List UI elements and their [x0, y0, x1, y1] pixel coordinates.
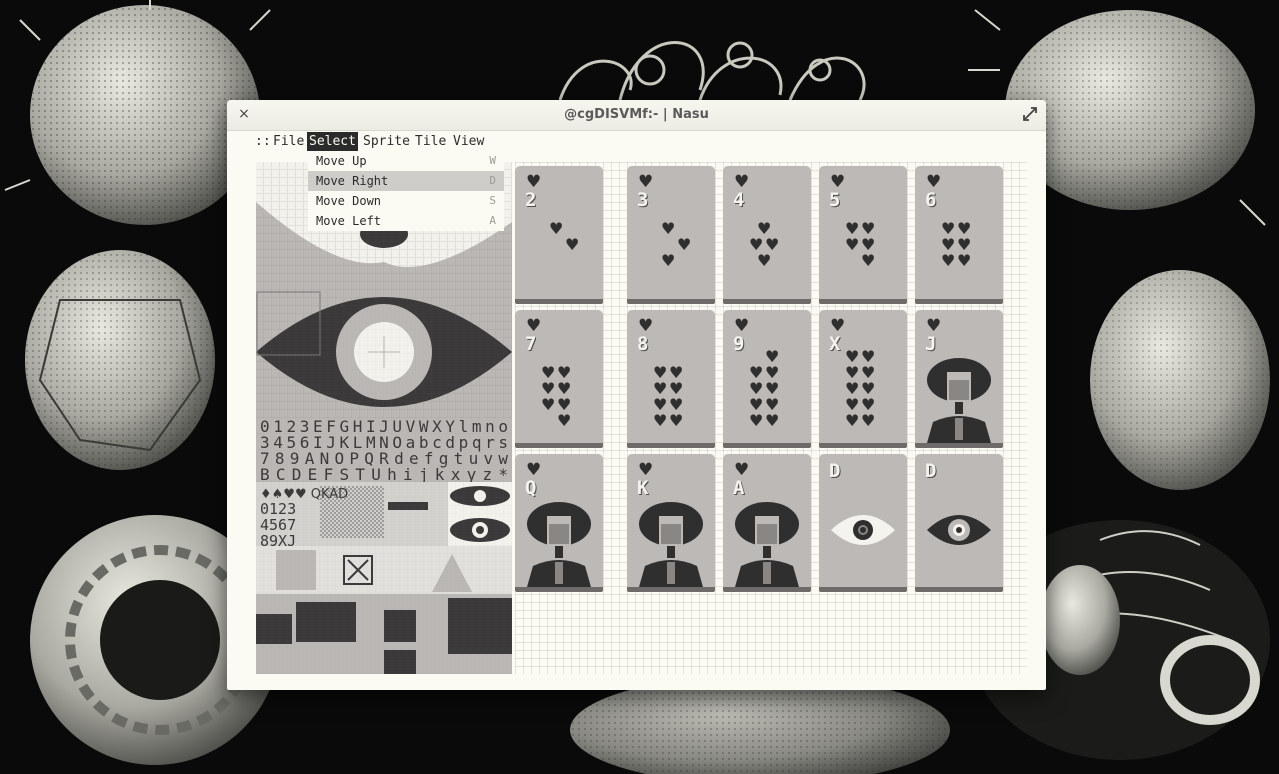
- portrait-icon: [735, 502, 799, 587]
- select-dropdown: Move Up W Move Right D Move Down S Move …: [308, 151, 504, 231]
- title-bar: × @cgDISVMf:- | Nasu: [227, 100, 1046, 131]
- sprite-canvas[interactable]: ♥ 2 ♥ ♥ ♥ 3 ♥ ♥ ♥ ♥ 4 ♥ ♥ ♥ ♥ ♥ 5 ♥ ♥ ♥ ♥ ♥ ♥ 6 ♥ ♥ ♥ ♥ ♥ ♥ ♥ 7 ♥ ♥ ♥ ♥ ♥ ♥ ♥ ♥…: [515, 162, 1027, 674]
- shortcut-label: A: [489, 214, 496, 227]
- heart-icon: ♥: [565, 235, 579, 254]
- card-art: ♥ ♥♥ ♥♥ ♥♥ ♥: [653, 363, 683, 430]
- card-sprite[interactable]: ♥ 4 ♥ ♥ ♥ ♥: [723, 166, 811, 304]
- heart-icon: ♥: [557, 411, 571, 430]
- menu-item-move-up[interactable]: Move Up W: [308, 151, 504, 171]
- card-sprite[interactable]: ♥ J: [915, 310, 1003, 448]
- card-art: ♥♥: [549, 219, 579, 254]
- heart-icon: ♥: [653, 411, 667, 430]
- card-sprite[interactable]: ♥ K: [627, 454, 715, 592]
- card-sprite[interactable]: ♥ 8 ♥ ♥ ♥ ♥ ♥ ♥ ♥ ♥: [627, 310, 715, 448]
- shortcut-label: D: [489, 174, 496, 187]
- menu-item-move-right[interactable]: Move Right D: [308, 171, 504, 191]
- card-sprite[interactable]: ♥ A: [723, 454, 811, 592]
- nasu-window: × @cgDISVMf:- | Nasu :: File Select Spri…: [227, 100, 1046, 690]
- card-art: [831, 515, 895, 545]
- menu-item-label: Move Down: [316, 194, 382, 208]
- card-art: [735, 502, 799, 587]
- menu-item-label: Move Left: [316, 214, 382, 228]
- menu-sprite[interactable]: Sprite: [361, 132, 412, 151]
- menu-item-label: Move Up: [316, 154, 367, 168]
- heart-icon: ♥: [669, 411, 683, 430]
- shortcut-label: W: [489, 154, 496, 167]
- card-art: [927, 515, 991, 545]
- heart-icon: ♥: [757, 251, 771, 270]
- heart-icon: ♥: [845, 235, 859, 254]
- card-sprite[interactable]: ♥ 9 ♥ ♥ ♥ ♥ ♥ ♥ ♥ ♥ ♥: [723, 310, 811, 448]
- menu-bar: :: File Select Sprite Tile View: [227, 131, 1046, 151]
- menu-item-move-down[interactable]: Move Down S: [308, 191, 504, 211]
- window-title: @cgDISVMf:- | Nasu: [564, 107, 709, 122]
- menu-view[interactable]: View: [451, 132, 486, 151]
- card-sprite[interactable]: D: [819, 454, 907, 592]
- menu-handle[interactable]: ::: [253, 132, 273, 151]
- heart-icon: ♥: [661, 251, 675, 270]
- heart-icon: ♥: [941, 251, 955, 270]
- card-art: ♥ ♥♥ ♥♥ ♥: [941, 219, 971, 270]
- shortcut-label: S: [489, 194, 496, 207]
- maximize-icon[interactable]: [1022, 106, 1038, 122]
- card-sprite[interactable]: ♥ 6 ♥ ♥ ♥ ♥ ♥ ♥: [915, 166, 1003, 304]
- heart-icon: ♥: [677, 235, 691, 254]
- card-art: [527, 502, 591, 587]
- heart-icon: ♥: [845, 411, 859, 430]
- card-art: [927, 358, 991, 443]
- card-art: ♥ ♥♥ ♥♥ ♥♥: [541, 363, 571, 430]
- portrait-icon: [927, 358, 991, 443]
- tile-sheet[interactable]: 0123EFGHIJUVWXYlmno 3456IJKLMNOabcdpqrs …: [256, 162, 512, 674]
- eye-icon: [927, 515, 991, 545]
- card-art: ♥ ♥♥ ♥♥: [845, 219, 875, 270]
- card-art: ♥♥♥: [661, 219, 691, 270]
- card-sprite[interactable]: D: [915, 454, 1003, 592]
- menu-tile[interactable]: Tile: [413, 132, 448, 151]
- card-art: ♥♥ ♥♥ ♥♥ ♥♥ ♥: [749, 347, 779, 430]
- heart-icon: ♥: [861, 411, 875, 430]
- eye-icon: [831, 515, 895, 545]
- heart-icon: ♥: [957, 251, 971, 270]
- portrait-icon: [639, 502, 703, 587]
- card-art: [639, 502, 703, 587]
- card-art: ♥ ♥♥ ♥♥ ♥♥ ♥♥ ♥: [845, 347, 875, 430]
- card-art: ♥♥ ♥♥: [749, 219, 779, 270]
- heart-icon: ♥: [661, 219, 675, 238]
- heart-icon: ♥: [765, 411, 779, 430]
- heart-icon: ♥: [749, 411, 763, 430]
- heart-icon: ♥: [541, 395, 555, 414]
- card-sprite[interactable]: ♥ 5 ♥ ♥ ♥ ♥ ♥: [819, 166, 907, 304]
- menu-item-label: Move Right: [316, 174, 389, 188]
- heart-icon: ♥: [549, 219, 563, 238]
- menu-item-move-left[interactable]: Move Left A: [308, 211, 504, 231]
- card-sprite[interactable]: ♥ X ♥ ♥ ♥ ♥ ♥ ♥ ♥ ♥ ♥ ♥: [819, 310, 907, 448]
- menu-file[interactable]: File: [271, 132, 306, 151]
- card-sprite[interactable]: ♥ 7 ♥ ♥ ♥ ♥ ♥ ♥ ♥: [515, 310, 603, 448]
- card-sprite[interactable]: ♥ 3 ♥ ♥ ♥: [627, 166, 715, 304]
- card-sprite[interactable]: ♥ Q: [515, 454, 603, 592]
- portrait-icon: [527, 502, 591, 587]
- card-sprite[interactable]: ♥ 2 ♥ ♥: [515, 166, 603, 304]
- menu-select[interactable]: Select: [307, 132, 358, 151]
- heart-icon: ♥: [861, 251, 875, 270]
